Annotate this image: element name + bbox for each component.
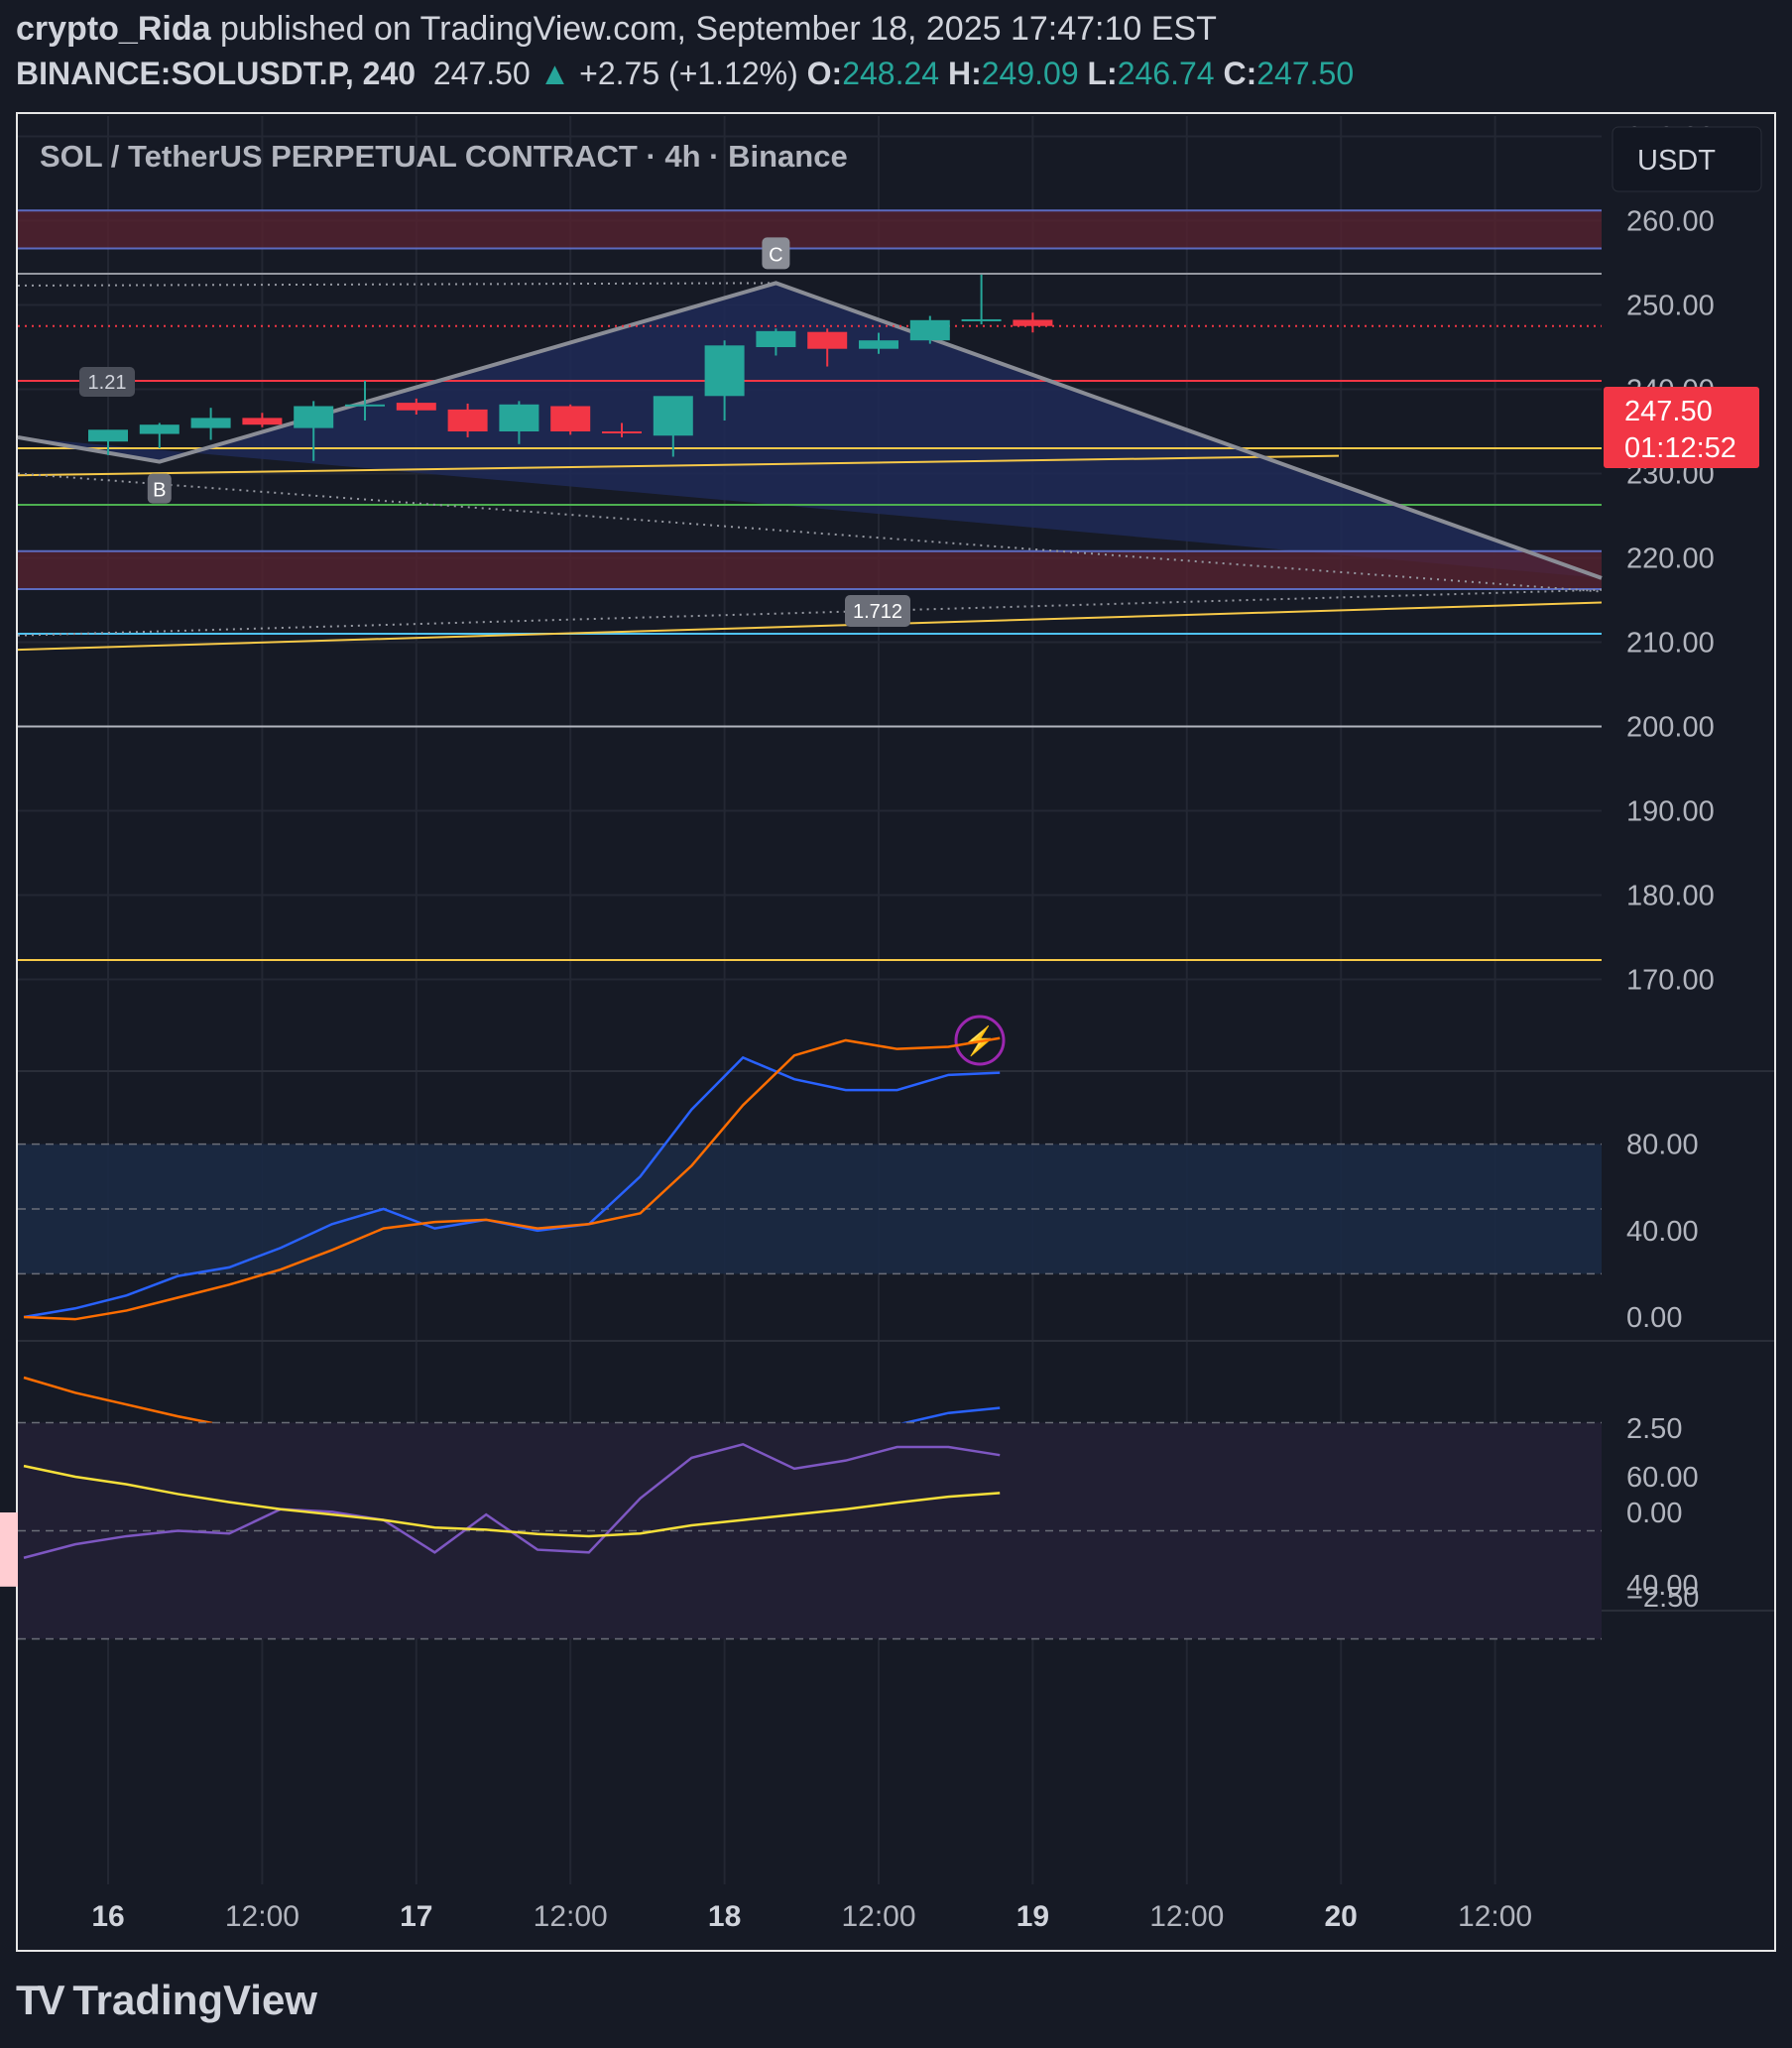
price-axis-label: 200.00 xyxy=(1626,712,1715,744)
stoch-axis-label: 0.00 xyxy=(1626,1302,1682,1334)
price-axis-label: 220.00 xyxy=(1626,543,1715,575)
price-axis-label: 210.00 xyxy=(1626,628,1715,660)
candle-body xyxy=(961,318,1002,321)
candle-body xyxy=(294,406,334,428)
ratio-label: 1.712 xyxy=(853,601,902,623)
rsi-axis-label: 40.00 xyxy=(1626,1570,1699,1602)
candle-body xyxy=(859,340,898,349)
price-axis-label: 250.00 xyxy=(1626,291,1715,322)
dotted-ratio-line xyxy=(17,588,1603,637)
ratio-label: 1.21 xyxy=(88,372,127,394)
candle-body xyxy=(190,418,231,428)
resistance-zone xyxy=(18,550,1602,589)
chart-canvas[interactable]: BC1.211.712⚡270.00260.00250.00240.00230.… xyxy=(0,0,1792,2048)
time-axis-label: 16 xyxy=(91,1900,124,1933)
macd-axis-label: 0.00 xyxy=(1626,1498,1682,1529)
candle-body xyxy=(602,431,642,433)
time-axis-label: 12:00 xyxy=(534,1900,608,1933)
price-axis-label: 170.00 xyxy=(1626,965,1715,997)
candle-body xyxy=(756,330,796,347)
candle-body xyxy=(139,424,179,434)
stoch-axis-label: 40.00 xyxy=(1626,1216,1699,1248)
candle-body xyxy=(242,418,283,425)
stoch-axis-label: 80.00 xyxy=(1626,1130,1699,1161)
time-axis-label: 12:00 xyxy=(1458,1900,1532,1933)
chart-title: SOL / TetherUS PERPETUAL CONTRACT · 4h ·… xyxy=(40,139,848,174)
candle-body xyxy=(653,396,693,436)
candle-body xyxy=(499,404,539,431)
macd-axis-label: 2.50 xyxy=(1626,1413,1682,1445)
candle-body xyxy=(704,345,745,397)
point-b-label: B xyxy=(153,480,166,502)
time-axis-label: 19 xyxy=(1016,1900,1049,1933)
candle-body xyxy=(550,406,591,431)
price-tag-countdown: 01:12:52 xyxy=(1624,432,1736,464)
time-axis-label: 12:00 xyxy=(1149,1900,1224,1933)
candle-body xyxy=(1013,319,1053,326)
currency-button-label[interactable]: USDT xyxy=(1637,145,1716,177)
time-axis-label: 18 xyxy=(708,1900,741,1933)
candle-body xyxy=(345,404,385,407)
footer-brand: TradingView xyxy=(72,1977,317,2023)
point-c-label: C xyxy=(769,244,782,266)
time-axis-label: 12:00 xyxy=(841,1900,915,1933)
dotted-ratio-line xyxy=(17,282,777,287)
candle-body xyxy=(807,331,848,349)
candle-body xyxy=(909,319,950,341)
price-tag-value: 247.50 xyxy=(1624,396,1713,427)
price-axis-label: 260.00 xyxy=(1626,206,1715,238)
time-axis-label: 17 xyxy=(400,1900,432,1933)
candle-body xyxy=(396,403,436,411)
price-axis-label: 180.00 xyxy=(1626,881,1715,912)
time-axis-label: 12:00 xyxy=(225,1900,299,1933)
time-axis-label: 20 xyxy=(1325,1900,1358,1933)
rsi-axis-label: 60.00 xyxy=(1626,1462,1699,1494)
tradingview-logo-icon: TV xyxy=(16,1977,65,2023)
resistance-zone xyxy=(18,210,1602,249)
price-axis-label: 190.00 xyxy=(1626,796,1715,828)
candle-body xyxy=(88,429,128,442)
candle-body xyxy=(447,409,488,431)
pattern-fill xyxy=(18,283,1602,578)
tradingview-logo[interactable]: TV TradingView xyxy=(16,1977,317,2024)
